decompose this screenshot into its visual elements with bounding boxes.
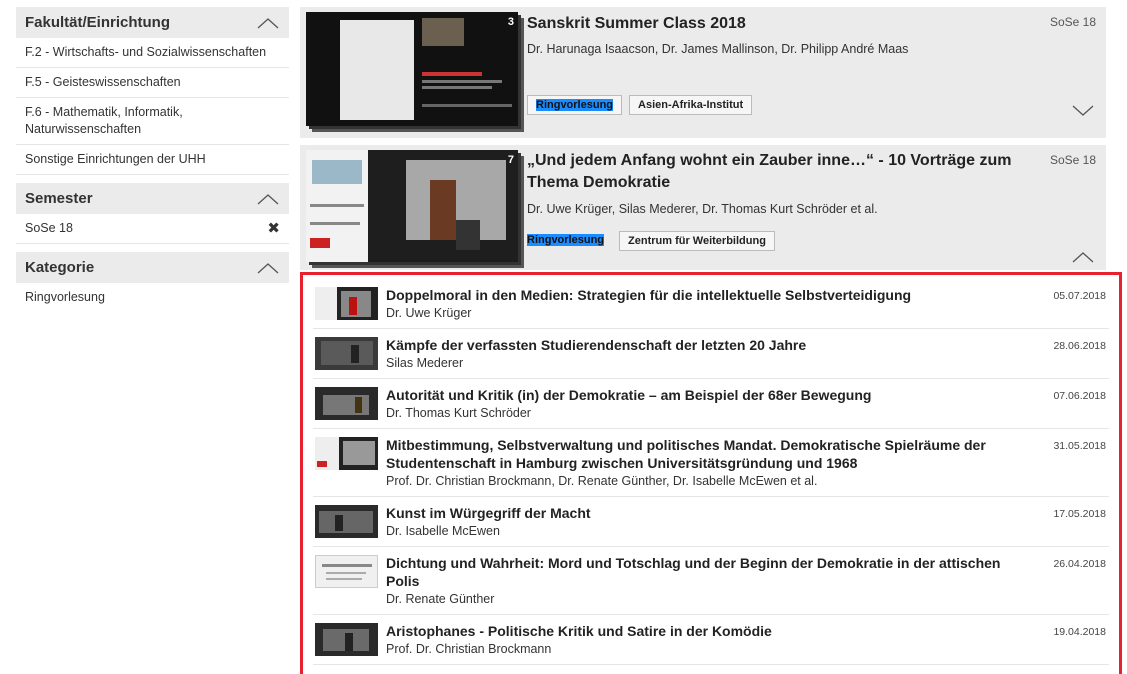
course-semester: SoSe 18 xyxy=(1049,153,1096,167)
facet-item-label: Sonstige Einrichtungen der UHH xyxy=(25,152,206,166)
episode-title[interactable]: Dichtung und Wahrheit: Mord und Totschla… xyxy=(386,554,1014,590)
badge-institution[interactable]: Asien-Afrika-Institut xyxy=(629,95,753,115)
facet-item-label: F.5 - Geisteswissenschaften xyxy=(25,75,181,89)
episode-thumbnail[interactable] xyxy=(315,287,378,320)
episode-date: 05.07.2018 xyxy=(1053,290,1106,302)
chevron-up-icon[interactable] xyxy=(257,261,279,275)
episode-date: 19.04.2018 xyxy=(1053,626,1106,638)
facet-title: Semester xyxy=(25,190,93,207)
chevron-up-icon[interactable] xyxy=(257,192,279,206)
chevron-up-icon[interactable] xyxy=(257,16,279,30)
facet-faculty: Fakultät/Einrichtung F.2 - Wirtschafts- … xyxy=(16,7,289,175)
course-badges: Ringvorlesung Asien-Afrika-Institut xyxy=(527,95,753,115)
course-title[interactable]: Sanskrit Summer Class 2018 xyxy=(527,13,746,35)
episode-title[interactable]: Autorität und Kritik (in) der Demokratie… xyxy=(386,386,1014,404)
badge-category[interactable]: Ringvorlesung xyxy=(527,231,612,251)
facet-item-label: F.2 - Wirtschafts- und Sozialwissenschaf… xyxy=(25,45,267,59)
course-authors: Dr. Harunaga Isaacson, Dr. James Mallins… xyxy=(527,42,909,56)
facet-item-label: Ringvorlesung xyxy=(25,290,105,304)
facet-item-f5[interactable]: F.5 - Geisteswissenschaften xyxy=(16,68,289,98)
facet-item-label: F.6 - Mathematik, Informatik, Naturwisse… xyxy=(25,105,183,136)
episode-author: Dr. Uwe Krüger xyxy=(386,306,472,320)
badge-category[interactable]: Ringvorlesung xyxy=(527,95,623,115)
remove-filter-icon[interactable]: ✖ xyxy=(267,220,280,237)
episode-thumbnail[interactable] xyxy=(315,387,378,420)
facet-item-f6[interactable]: F.6 - Mathematik, Informatik, Naturwisse… xyxy=(16,98,289,145)
episode-title[interactable]: Kämpfe der verfassten Studierendenschaft… xyxy=(386,336,1014,354)
badge-label: Ringvorlesung xyxy=(536,99,614,111)
facet-semester: Semester SoSe 18 ✖ xyxy=(16,183,289,244)
episode-author: Dr. Renate Günther xyxy=(386,592,495,606)
episode-row[interactable]: Kämpfe der verfassten Studierendenschaft… xyxy=(313,329,1109,379)
episode-date: 28.06.2018 xyxy=(1053,340,1106,352)
episode-date: 07.06.2018 xyxy=(1053,390,1106,402)
episode-row[interactable]: Mitbestimmung, Selbstverwaltung und poli… xyxy=(313,429,1109,497)
episode-row[interactable]: Kunst im Würgegriff der Macht Dr. Isabell… xyxy=(313,497,1109,547)
facet-semester-header[interactable]: Semester xyxy=(16,183,289,214)
episode-title[interactable]: Doppelmoral in den Medien: Strategien fü… xyxy=(386,286,1014,304)
facet-category-header[interactable]: Kategorie xyxy=(16,252,289,283)
video-count: 3 xyxy=(507,16,514,28)
course-thumbnail[interactable]: 7 xyxy=(306,150,518,262)
facet-title: Kategorie xyxy=(25,259,95,276)
facet-faculty-header[interactable]: Fakultät/Einrichtung xyxy=(16,7,289,38)
badge-label: Ringvorlesung xyxy=(527,234,605,246)
episode-title[interactable]: Aristophanes - Politische Kritik und Sat… xyxy=(386,622,1014,640)
episode-date: 26.04.2018 xyxy=(1053,558,1106,570)
course-card[interactable]: 7 „Und jedem Anfang wohnt ein Zauber inn… xyxy=(300,145,1106,270)
episode-row[interactable]: Autorität und Kritik (in) der Demokratie… xyxy=(313,379,1109,429)
course-semester: SoSe 18 xyxy=(1049,15,1096,29)
episode-author: Dr. Thomas Kurt Schröder xyxy=(386,406,531,420)
facet-item-sonstige[interactable]: Sonstige Einrichtungen der UHH xyxy=(16,145,289,175)
episode-thumbnail[interactable] xyxy=(315,505,378,538)
badge-label: Asien-Afrika-Institut xyxy=(638,99,744,111)
badge-label: Zentrum für Weiterbildung xyxy=(628,235,766,247)
facet-category: Kategorie Ringvorlesung xyxy=(16,252,289,312)
facet-item-label: SoSe 18 xyxy=(25,221,73,235)
chevron-down-icon[interactable] xyxy=(1072,104,1094,118)
facet-title: Fakultät/Einrichtung xyxy=(25,14,171,31)
course-card[interactable]: 3 Sanskrit Summer Class 2018 SoSe 18 Dr.… xyxy=(300,7,1106,138)
episode-date: 17.05.2018 xyxy=(1053,508,1106,520)
course-authors: Dr. Uwe Krüger, Silas Mederer, Dr. Thoma… xyxy=(527,202,878,216)
facet-item-ringvorlesung[interactable]: Ringvorlesung xyxy=(16,283,289,312)
course-list: 3 Sanskrit Summer Class 2018 SoSe 18 Dr.… xyxy=(300,7,1122,674)
episode-thumbnail[interactable] xyxy=(315,555,378,588)
video-count: 7 xyxy=(507,154,514,166)
facet-item-sose18[interactable]: SoSe 18 ✖ xyxy=(16,214,289,244)
episode-title[interactable]: Kunst im Würgegriff der Macht xyxy=(386,504,1014,522)
episode-row[interactable]: Dichtung und Wahrheit: Mord und Totschla… xyxy=(313,547,1109,615)
chevron-up-icon[interactable] xyxy=(1072,250,1094,264)
episode-thumbnail[interactable] xyxy=(315,623,378,656)
episode-thumbnail[interactable] xyxy=(315,337,378,370)
episode-author: Silas Mederer xyxy=(386,356,464,370)
episode-row[interactable]: Doppelmoral in den Medien: Strategien fü… xyxy=(313,279,1109,329)
episode-row[interactable]: Aristophanes - Politische Kritik und Sat… xyxy=(313,615,1109,665)
episode-author: Dr. Isabelle McEwen xyxy=(386,524,500,538)
episode-author: Prof. Dr. Christian Brockmann, Dr. Renat… xyxy=(386,474,818,488)
episode-list: Doppelmoral in den Medien: Strategien fü… xyxy=(300,272,1122,674)
course-thumbnail[interactable]: 3 xyxy=(306,12,518,126)
filter-sidebar: Fakultät/Einrichtung F.2 - Wirtschafts- … xyxy=(16,7,289,320)
facet-item-f2[interactable]: F.2 - Wirtschafts- und Sozialwissenschaf… xyxy=(16,38,289,68)
episode-author: Prof. Dr. Christian Brockmann xyxy=(386,642,552,656)
episode-title[interactable]: Mitbestimmung, Selbstverwaltung und poli… xyxy=(386,436,1014,472)
course-badges: Ringvorlesung Zentrum für Weiterbildung xyxy=(527,231,775,251)
episode-thumbnail[interactable] xyxy=(315,437,378,470)
course-title[interactable]: „Und jedem Anfang wohnt ein Zauber inne…… xyxy=(527,150,1047,194)
badge-institution[interactable]: Zentrum für Weiterbildung xyxy=(619,231,775,251)
episode-date: 31.05.2018 xyxy=(1053,440,1106,452)
